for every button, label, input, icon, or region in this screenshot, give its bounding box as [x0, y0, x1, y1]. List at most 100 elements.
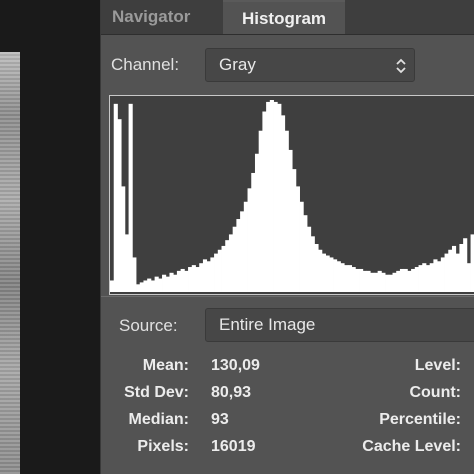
channel-value: Gray — [219, 55, 256, 74]
histogram-bar — [455, 253, 460, 292]
histogram-bar — [336, 261, 341, 292]
histogram-bar — [448, 249, 453, 292]
histogram-bar — [162, 274, 167, 292]
histogram-bar — [344, 265, 349, 292]
histogram-bar — [180, 268, 185, 292]
stat-label-pixels: Pixels: — [137, 438, 189, 455]
histogram-bar — [396, 270, 401, 292]
histogram-bar — [388, 274, 393, 292]
histogram-bar — [251, 172, 256, 292]
histogram-bar — [173, 274, 178, 292]
histogram-bar — [277, 103, 282, 292]
panel-divider — [101, 296, 474, 297]
source-label: Source: — [119, 316, 178, 335]
histogram-bar — [440, 257, 445, 292]
histogram-bar — [139, 282, 144, 292]
tab-navigator[interactable]: Navigator — [112, 0, 190, 34]
histogram-bar — [121, 186, 126, 292]
histogram-bar — [307, 226, 312, 292]
histogram-bar — [466, 263, 471, 292]
histogram-bar — [176, 270, 182, 292]
histogram-bar — [381, 272, 386, 292]
histogram-bar — [325, 255, 330, 292]
histogram-bar — [262, 111, 267, 292]
stat-label-level: Level: — [414, 357, 461, 374]
histogram-bar — [236, 219, 241, 292]
histogram-bar — [377, 270, 382, 292]
histogram-bar — [132, 257, 137, 292]
histogram-bar — [288, 149, 293, 292]
stat-value-median: 93 — [211, 411, 229, 428]
histogram-bar — [206, 261, 211, 292]
histogram-bar — [333, 259, 338, 292]
histogram-bar — [150, 280, 156, 292]
histogram-bar — [373, 272, 379, 292]
histogram-bar — [165, 276, 170, 292]
histogram-bar — [143, 280, 148, 292]
histogram-bar — [433, 259, 438, 292]
histogram-bar — [110, 280, 115, 292]
histogram-bar — [269, 100, 274, 292]
histogram-bar — [284, 130, 289, 292]
histogram-bar — [280, 115, 286, 292]
channel-label: Channel: — [111, 55, 180, 74]
tab-histogram[interactable]: Histogram — [223, 0, 345, 34]
histogram-bar — [385, 274, 390, 292]
histogram-bar — [422, 263, 427, 292]
histogram-bar — [258, 130, 263, 292]
histogram-bar — [202, 259, 208, 292]
histogram-bar — [459, 244, 464, 292]
stat-label-median: Median: — [128, 411, 189, 428]
histogram-bar — [392, 272, 397, 292]
histogram-bar — [295, 186, 300, 292]
histogram-bar — [399, 268, 405, 292]
stat-value-mean: 130,09 — [211, 357, 260, 374]
histogram-bar — [184, 270, 189, 292]
histogram-bar — [273, 101, 278, 292]
stat-label-mean: Mean: — [142, 357, 189, 374]
histogram-bar — [303, 215, 308, 292]
histogram-bar — [414, 267, 419, 292]
histogram-bar — [232, 226, 237, 292]
histogram-bar — [418, 265, 423, 292]
histogram-bar — [240, 211, 245, 292]
histogram-bar — [136, 284, 141, 292]
channel-select[interactable]: Gray — [205, 48, 415, 82]
histogram-bar — [470, 234, 474, 292]
histogram-bar — [191, 265, 196, 292]
histogram-bar — [425, 265, 431, 292]
histogram-bar — [124, 234, 129, 292]
histogram-bar — [359, 268, 364, 292]
histogram-bar — [199, 263, 204, 292]
histogram-bar — [347, 265, 353, 292]
image-preview — [0, 52, 20, 474]
histogram-bar — [403, 268, 408, 292]
histogram-bar — [329, 257, 334, 292]
histogram-bar — [429, 263, 434, 292]
histogram-bar — [228, 234, 234, 292]
histogram-bar — [266, 101, 271, 292]
stat-label-cache-level: Cache Level: — [362, 438, 461, 455]
histogram-bar — [437, 261, 442, 292]
histogram-bar — [210, 257, 215, 292]
histogram-bar — [195, 267, 200, 292]
source-select[interactable]: Entire Image — [205, 308, 474, 342]
histogram-plot — [110, 100, 474, 292]
source-value: Entire Image — [219, 315, 316, 334]
histogram-bar — [362, 270, 367, 292]
histogram-bar — [117, 119, 122, 292]
histogram-bar — [254, 153, 260, 292]
histogram-bar — [351, 267, 356, 292]
histogram-panel: Navigator Histogram Channel: Gray Source… — [100, 0, 474, 474]
histogram-bar — [370, 272, 375, 292]
histogram-bar — [158, 278, 163, 292]
histogram-bar — [321, 253, 326, 292]
histogram-bar — [366, 270, 371, 292]
histogram-bar — [463, 238, 468, 292]
histogram-bar — [225, 240, 230, 292]
histogram-bar — [292, 169, 297, 292]
histogram-bar — [451, 245, 457, 292]
histogram-bar — [147, 278, 152, 292]
histogram-bar — [221, 245, 226, 292]
histogram-bar — [318, 249, 323, 292]
